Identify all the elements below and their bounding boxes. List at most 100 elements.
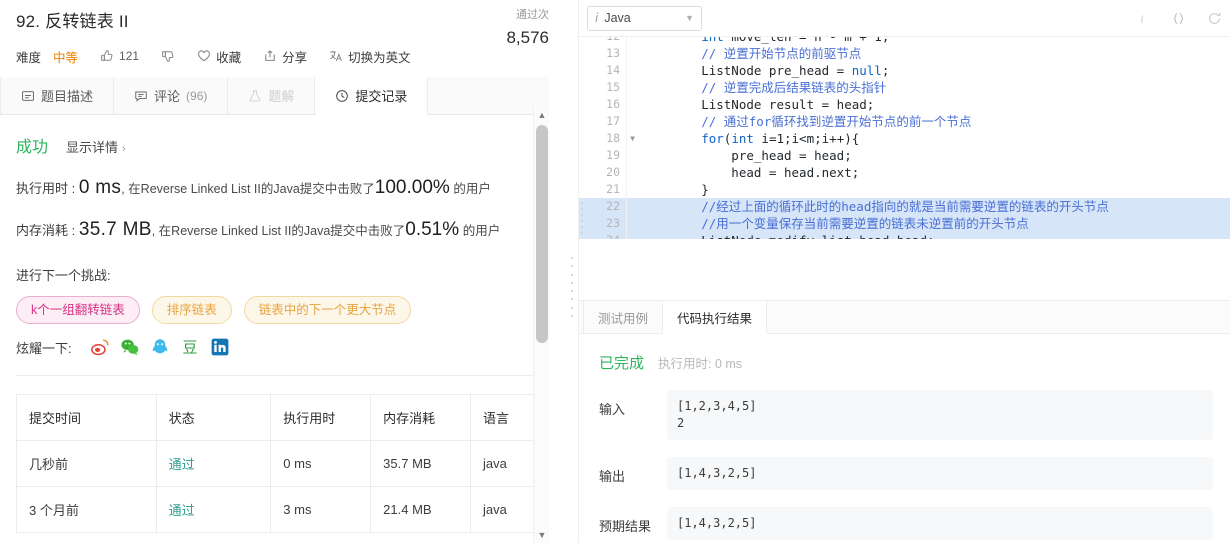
scroll-down-arrow-icon[interactable]: ▼ bbox=[534, 527, 549, 543]
language-select[interactable]: ⅰ Java ▼ bbox=[587, 5, 702, 31]
tab-submissions-label: 提交记录 bbox=[355, 89, 408, 104]
editor-grip-icon bbox=[581, 202, 584, 234]
fold-toggle-icon[interactable]: ▼ bbox=[630, 130, 635, 147]
table-row[interactable]: 3 个月前 通过 3 ms 21.4 MB java bbox=[16, 486, 534, 533]
wechat-icon[interactable] bbox=[120, 337, 140, 357]
code-line-text: for(int i=1;i<m;i++){ bbox=[701, 131, 860, 146]
expected-row: 预期结果 [1,4,3,2,5] bbox=[599, 507, 1213, 540]
code-italic-icon: ⅰ bbox=[595, 11, 599, 25]
code-line-text: //经过上面的循环此时的head指向的就是当前需要逆置的链表的开头节点 bbox=[641, 199, 1109, 214]
line-number: 13 bbox=[579, 45, 627, 62]
tab-solutions-label: 题解 bbox=[268, 89, 295, 104]
cell-status[interactable]: 通过 bbox=[155, 486, 272, 533]
heart-icon bbox=[197, 49, 211, 63]
show-details-link[interactable]: 显示详情 › bbox=[66, 137, 126, 156]
code-line: 19 pre_head = head; bbox=[579, 147, 1230, 164]
challenge-tag-0[interactable]: k个一组翻转链表 bbox=[16, 296, 140, 324]
code-line: 12 int move_len = n - m + 1; bbox=[579, 37, 1230, 45]
svg-text:豆: 豆 bbox=[182, 339, 197, 357]
code-line-text: // 通过for循环找到逆置开始节点的前一个节点 bbox=[641, 114, 972, 129]
accepted-label: 通过次 bbox=[516, 9, 549, 21]
tab-execution-result[interactable]: 代码执行结果 bbox=[663, 301, 768, 334]
scrollbar-thumb[interactable] bbox=[536, 125, 548, 343]
code-line-text: } bbox=[641, 182, 709, 197]
reset-icon[interactable] bbox=[1206, 11, 1222, 27]
accepted-counter: 通过次 8,576 bbox=[506, 6, 549, 48]
cell-memory: 21.4 MB bbox=[370, 486, 472, 533]
history-clock-icon bbox=[335, 89, 349, 103]
memory-percentile: 0.51% bbox=[405, 219, 460, 240]
line-number: 12 bbox=[579, 37, 627, 45]
problem-meta-row: 难度 中等 121 收藏 分享 切换为英文 bbox=[16, 46, 533, 66]
accepted-count: 8,576 bbox=[506, 28, 549, 47]
input-row: 输入 [1,2,3,4,5] 2 bbox=[599, 390, 1213, 440]
panel-splitter[interactable] bbox=[568, 107, 578, 543]
table-row[interactable]: 几秒前 通过 0 ms 35.7 MB java bbox=[16, 440, 534, 487]
code-line-text: int move_len = n - m + 1; bbox=[627, 37, 889, 45]
share-box-icon bbox=[263, 49, 277, 63]
submission-result-body: 成功 显示详情 › 执行用时 : 0 ms, 在Reverse Linked Li… bbox=[0, 115, 549, 357]
console-panel: 测试用例 代码执行结果 已完成 执行用时: 0 ms 输入 [1,2,3,4,5… bbox=[579, 300, 1230, 543]
cell-runtime: 3 ms bbox=[270, 486, 372, 533]
difficulty-group: 难度 中等 bbox=[16, 47, 78, 66]
scroll-up-arrow-icon[interactable]: ▲ bbox=[534, 107, 549, 123]
code-line-text: // 逆置开始节点的前驱节点 bbox=[641, 46, 862, 61]
line-number: 20 bbox=[579, 164, 627, 181]
translate-button[interactable]: 切换为英文 bbox=[329, 47, 411, 66]
table-header-row: 提交时间 状态 执行用时 内存消耗 语言 bbox=[16, 394, 534, 441]
output-row: 输出 [1,4,3,2,5] bbox=[599, 457, 1213, 490]
cell-language: java bbox=[470, 440, 534, 487]
tab-description[interactable]: 题目描述 bbox=[0, 77, 115, 114]
share-button[interactable]: 分享 bbox=[263, 47, 307, 66]
submissions-table: 提交时间 状态 执行用时 内存消耗 语言 几秒前 通过 0 ms 35.7 MB… bbox=[16, 394, 534, 533]
code-line-text: ListNode modify_list_head=head; bbox=[627, 232, 934, 239]
weibo-icon[interactable] bbox=[90, 337, 110, 357]
thumbs-up-icon bbox=[100, 49, 114, 63]
linkedin-icon[interactable] bbox=[210, 337, 230, 357]
tab-submissions[interactable]: 提交记录 bbox=[315, 77, 429, 115]
header-memory: 内存消耗 bbox=[370, 394, 472, 441]
douban-icon[interactable]: 豆 bbox=[180, 337, 200, 357]
line-number: 17 bbox=[579, 113, 627, 130]
line-number: 24 bbox=[579, 232, 627, 239]
execution-time: 执行用时: 0 ms bbox=[658, 357, 743, 371]
line-number: 21 bbox=[579, 181, 627, 198]
social-share-label: 炫耀一下: bbox=[16, 340, 72, 356]
challenge-tag-1[interactable]: 排序链表 bbox=[151, 296, 232, 324]
info-icon[interactable]: i bbox=[1134, 11, 1150, 27]
dislike-button[interactable] bbox=[161, 49, 175, 63]
comment-icon bbox=[134, 89, 148, 103]
memory-value: 35.7 MB bbox=[78, 219, 152, 240]
tab-solutions: 题解 bbox=[228, 77, 316, 114]
cell-language: java bbox=[470, 486, 534, 533]
code-line: 22 //经过上面的循环此时的head指向的就是当前需要逆置的链表的开头节点 bbox=[579, 198, 1230, 215]
code-lines-container: 12 int move_len = n - m + 1;13 // 逆置开始节点… bbox=[579, 37, 1230, 239]
console-body: 已完成 执行用时: 0 ms 输入 [1,2,3,4,5] 2 输出 [1,4,… bbox=[579, 334, 1230, 540]
cell-status[interactable]: 通过 bbox=[155, 440, 272, 487]
code-editor[interactable]: 12 int move_len = n - m + 1;13 // 逆置开始节点… bbox=[579, 37, 1230, 239]
leetcode-submission-page: 92. 反转链表 II 难度 中等 121 收藏 分享 切换为英文 题目描述 评… bbox=[0, 0, 1230, 543]
favorite-button[interactable]: 收藏 bbox=[197, 47, 241, 66]
challenge-tag-2[interactable]: 链表中的下一个更大节点 bbox=[243, 296, 412, 324]
code-line: 14 ListNode pre_head = null; bbox=[579, 62, 1230, 79]
section-divider bbox=[16, 375, 533, 376]
thumbs-down-icon bbox=[161, 49, 175, 63]
like-button[interactable]: 121 bbox=[100, 49, 139, 63]
solution-icon bbox=[248, 89, 262, 103]
expected-value: [1,4,3,2,5] bbox=[667, 507, 1213, 540]
header-submit-time: 提交时间 bbox=[16, 394, 157, 441]
input-value[interactable]: [1,2,3,4,5] 2 bbox=[667, 390, 1213, 440]
memory-stat: 内存消耗 : 35.7 MB, 在Reverse Linked List II的… bbox=[16, 220, 533, 241]
line-number: 18 ▼ bbox=[579, 130, 635, 147]
code-line: 18 ▼ for(int i=1;i<m;i++){ bbox=[579, 130, 1230, 147]
difficulty-label: 难度 bbox=[16, 50, 42, 65]
code-line: 15 // 逆置完成后结果链表的头指针 bbox=[579, 79, 1230, 96]
left-panel-scrollbar[interactable]: ▲ ▼ bbox=[533, 107, 549, 543]
qq-icon[interactable] bbox=[150, 337, 170, 357]
line-number: 19 bbox=[579, 147, 627, 164]
format-braces-icon[interactable] bbox=[1170, 11, 1186, 27]
cell-runtime: 0 ms bbox=[270, 440, 372, 487]
tab-comments[interactable]: 评论 (96) bbox=[114, 77, 229, 114]
input-label: 输入 bbox=[599, 402, 626, 417]
tab-testcase[interactable]: 测试用例 bbox=[583, 301, 664, 333]
